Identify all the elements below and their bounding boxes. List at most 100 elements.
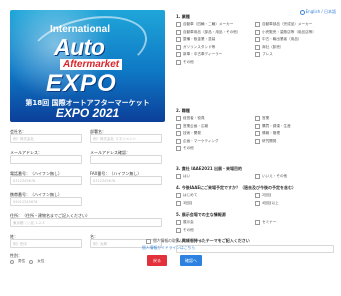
q2-option[interactable]: 経営者・役員 xyxy=(176,116,255,121)
checkbox[interactable] xyxy=(255,22,260,27)
checkbox[interactable] xyxy=(255,44,260,50)
checkbox[interactable] xyxy=(176,220,181,225)
checkbox[interactable] xyxy=(255,52,260,57)
privacy-link[interactable]: 個人情報ガイドラインはこちら xyxy=(142,245,195,251)
checkbox[interactable] xyxy=(176,52,181,57)
q4-title: 4. 今後IAAEにご来場予定ですか？（過去及び今後の予定を含む） xyxy=(176,185,297,190)
checkbox[interactable] xyxy=(176,138,181,144)
language-switch[interactable]: English / 日本語 xyxy=(299,9,336,15)
gender-male-radio[interactable] xyxy=(10,259,14,264)
checkbox[interactable] xyxy=(176,146,181,151)
q5-title: 5. 展示会場での主な情報源 xyxy=(176,212,226,217)
checkbox[interactable] xyxy=(176,227,181,233)
q1-options: 自動車（四輪・二輪）メーカー 自動車部品（完成品）メーカー 自動車用品（部品・用… xyxy=(176,22,334,65)
q1-title: 1. 業種 xyxy=(176,14,190,19)
q4-option[interactable]: 4回目以上 xyxy=(255,200,334,206)
q4-options: はじめて 2回目 3回目 4回目以上 xyxy=(176,193,334,206)
checkbox[interactable] xyxy=(176,44,181,50)
q1-option[interactable]: 新車・中古車ディーラー xyxy=(176,52,255,57)
mobile-group: 携帯番号：（ハイフン無し） 09012345678 xyxy=(10,192,82,206)
q4-option[interactable]: はじめて xyxy=(176,193,255,198)
checkbox[interactable] xyxy=(255,131,260,136)
q1-option[interactable]: 自動車部品（完成品）メーカー xyxy=(255,22,334,27)
checkbox[interactable] xyxy=(255,193,260,198)
gender-group: 性別： 男性 女性 xyxy=(10,253,162,264)
email-input[interactable] xyxy=(10,155,82,164)
checkbox[interactable] xyxy=(176,193,181,198)
q4-option[interactable]: 3回目 xyxy=(176,200,255,206)
q1-option[interactable]: 自動車用品（部品・用品・その他） xyxy=(176,29,255,35)
q2-option[interactable]: その他 xyxy=(176,146,255,151)
checkbox[interactable] xyxy=(176,174,181,179)
company-input[interactable]: 例）株式会社 xyxy=(10,134,82,143)
gender-male-label: 男性 xyxy=(18,259,26,263)
gender-female-label: 女性 xyxy=(37,259,45,263)
checkbox[interactable] xyxy=(255,138,260,144)
checkbox[interactable] xyxy=(176,123,181,129)
confirm-button[interactable]: 確認へ xyxy=(180,255,202,266)
checkbox[interactable] xyxy=(176,200,181,206)
checkbox[interactable] xyxy=(255,116,260,121)
q2-option[interactable]: 研究開発 xyxy=(255,138,334,144)
checkbox[interactable] xyxy=(255,29,260,35)
left-column: International Auto Aftermarket EXPO 第18回… xyxy=(10,10,170,122)
phone-row: 電話番号：（ハイフン無し） 0312345678 FAX番号：（ハイフン無し） … xyxy=(10,171,162,185)
q2-option[interactable]: 情報・管理 xyxy=(255,131,334,136)
checkbox[interactable] xyxy=(255,220,260,225)
q5-option[interactable]: その他 xyxy=(176,227,255,233)
q1-option[interactable]: 自動車（四輪・二輪）メーカー xyxy=(176,22,255,27)
banner-year: EXPO 2021 xyxy=(55,106,120,120)
checkbox[interactable] xyxy=(176,131,181,136)
address-input[interactable]: 東京都 ○○区 1-2-3 xyxy=(10,218,162,227)
consent-label: 個人情報の取扱いに同意する xyxy=(153,238,203,243)
q2-option[interactable]: 営業企画・広報 xyxy=(176,123,255,129)
q1-option[interactable]: 中古・輸出業者（用品） xyxy=(255,37,334,42)
checkbox[interactable] xyxy=(255,174,260,179)
q4-option[interactable]: 2回目 xyxy=(255,193,334,198)
checkbox[interactable] xyxy=(255,123,260,129)
expo-banner: International Auto Aftermarket EXPO 第18回… xyxy=(10,10,165,122)
q5-options: 展示会 セミナー その他 xyxy=(176,220,334,233)
banner-auto: Auto xyxy=(54,34,105,60)
consent-checkbox[interactable] xyxy=(146,238,151,244)
q2-title: 2. 職種 xyxy=(176,108,190,113)
fax-input[interactable]: 0312345678 xyxy=(90,176,162,185)
q2-option[interactable]: 購買・調達・生産 xyxy=(255,123,334,129)
gender-label: 性別： xyxy=(10,253,22,258)
gender-female-radio[interactable] xyxy=(29,259,34,264)
checkbox[interactable] xyxy=(176,22,181,27)
q2-option[interactable]: 技術・開発 xyxy=(176,131,255,136)
email-row: メールアドレス： メールアドレス確認： xyxy=(10,150,162,164)
checkbox[interactable] xyxy=(176,116,181,121)
q3-title: 3. 貴社 IAAE2021 出展・来場目的 xyxy=(176,166,243,171)
q1-option[interactable]: 商社（卸売） xyxy=(255,44,334,50)
department-input[interactable]: 例）株式会社 マネジメント xyxy=(90,134,162,143)
banner-expo: EXPO xyxy=(46,70,117,97)
q5-option[interactable]: セミナー xyxy=(255,220,334,225)
q1-option[interactable]: ガソリンスタンド等 xyxy=(176,44,255,50)
lastname-input[interactable]: 例）田中 xyxy=(10,239,82,248)
phone-input[interactable]: 0312345678 xyxy=(10,176,82,185)
language-label: English / 日本語 xyxy=(305,9,336,14)
q3-option[interactable]: はい xyxy=(176,174,255,179)
checkbox[interactable] xyxy=(176,59,181,65)
checkbox[interactable] xyxy=(176,37,181,42)
company-row: 会社名： 例）株式会社 部署名： 例）株式会社 マネジメント xyxy=(10,129,162,143)
q1-option[interactable]: その他 xyxy=(176,59,255,65)
consent-checkbox-row[interactable]: 個人情報の取扱いに同意する xyxy=(146,238,202,244)
mobile-input[interactable]: 09012345678 xyxy=(10,197,82,206)
q7-input[interactable] xyxy=(176,245,334,253)
back-button[interactable]: 戻る xyxy=(147,255,167,266)
email-confirm-input[interactable] xyxy=(90,155,162,164)
q2-option[interactable]: 企画・マーケティング xyxy=(176,138,255,144)
q3-option[interactable]: いいえ・その他 xyxy=(255,174,334,179)
checkbox[interactable] xyxy=(176,29,181,35)
q2-option[interactable]: 営業 xyxy=(255,116,334,121)
checkbox[interactable] xyxy=(255,37,260,42)
q1-option[interactable]: プレス xyxy=(255,52,334,57)
checkbox[interactable] xyxy=(255,200,260,206)
q1-option[interactable]: 小売販売・量販店等（用品店等） xyxy=(255,29,334,35)
address-group: 住所：（住所・建物名までご記入ください） 東京都 ○○区 1-2-3 xyxy=(10,213,162,227)
q1-option[interactable]: 整備・鈑金業・塗装 xyxy=(176,37,255,42)
q5-option[interactable]: 展示会 xyxy=(176,220,255,225)
